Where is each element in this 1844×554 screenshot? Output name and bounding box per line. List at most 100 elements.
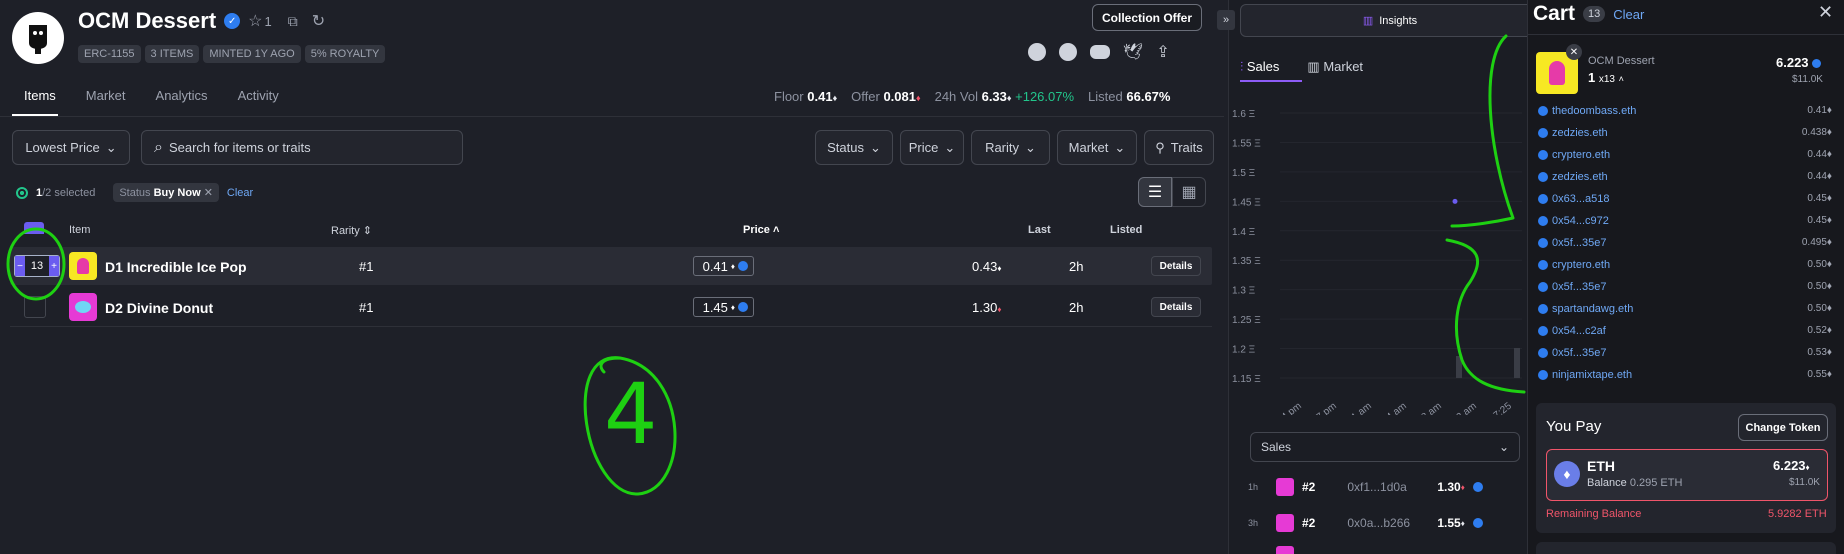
seller-name[interactable]: zedzies.eth <box>1552 127 1802 139</box>
tab-activity[interactable]: Activity <box>238 88 279 103</box>
clear-filters-link[interactable]: Clear <box>227 187 253 199</box>
seller-row[interactable]: 0x54...c972 0.45♦ <box>1538 210 1832 231</box>
cart-item-qty[interactable]: 1 x13 ˄ <box>1588 70 1624 85</box>
twitter-icon[interactable]: 🕊 <box>1123 42 1143 62</box>
sale-point[interactable] <box>1452 198 1458 204</box>
tab-items[interactable]: Items <box>24 88 56 103</box>
collapse-toggle[interactable]: » <box>1217 10 1235 30</box>
seller-name[interactable]: cryptero.eth <box>1552 149 1807 161</box>
remove-item-icon[interactable]: ✕ <box>1566 44 1582 60</box>
x-tick-label: 12:31 am <box>1334 401 1374 415</box>
quantity-value[interactable]: 13 <box>25 260 49 272</box>
item-rarity: #1 <box>359 259 374 274</box>
seller-name[interactable]: 0x5f...35e7 <box>1552 281 1807 293</box>
seller-name[interactable]: 0x54...c972 <box>1552 215 1807 227</box>
discord-icon[interactable] <box>1090 45 1110 59</box>
star-icon[interactable]: ☆ <box>248 11 262 31</box>
collection-tags: ERC-1155 3 ITEMS MINTED 1Y AGO 5% ROYALTY <box>78 44 389 63</box>
table-row[interactable]: D2 Divine Donut #1 1.45 ♦ 1.30♦ 2h Detail… <box>10 288 1212 326</box>
seller-name[interactable]: thedoombass.eth <box>1552 105 1807 117</box>
seller-row[interactable]: cryptero.eth 0.44♦ <box>1538 144 1832 165</box>
grid-view-button[interactable]: ▦ <box>1172 177 1206 207</box>
increment-button[interactable]: + <box>49 256 59 276</box>
market-dropdown[interactable]: Market ⌄ <box>1057 130 1137 165</box>
seller-name[interactable]: ninjamixtape.eth <box>1552 369 1807 381</box>
opensea-icon[interactable] <box>1028 43 1046 61</box>
status-chip[interactable]: Status Buy Now ✕ <box>113 183 219 202</box>
seller-name[interactable]: 0x63...a518 <box>1552 193 1807 205</box>
tab-market[interactable]: Market <box>86 88 126 103</box>
seller-row[interactable]: zedzies.eth 0.44♦ <box>1538 166 1832 187</box>
seller-row[interactable]: zedzies.eth 0.438♦ <box>1538 122 1832 143</box>
status-dropdown[interactable]: Status ⌄ <box>815 130 893 165</box>
row-checkbox[interactable] <box>24 296 46 318</box>
seller-row[interactable]: thedoombass.eth 0.41♦ <box>1538 100 1832 121</box>
tag-items: 3 ITEMS <box>144 45 200 63</box>
sales-select[interactable]: Sales ⌄ <box>1250 432 1520 462</box>
select-all-checkbox[interactable] <box>24 222 44 234</box>
cart-clear-link[interactable]: Clear <box>1613 7 1644 22</box>
header-price[interactable]: Price ˄ <box>743 224 779 236</box>
decrement-button[interactable]: − <box>15 256 25 276</box>
seller-price: 0.50♦ <box>1807 303 1832 314</box>
seller-row[interactable]: cryptero.eth 0.50♦ <box>1538 254 1832 275</box>
chevron-down-icon: ⌄ <box>105 139 117 155</box>
seller-name[interactable]: cryptero.eth <box>1552 259 1807 271</box>
header-rarity[interactable]: Rarity ⇕ <box>331 224 372 237</box>
x-tick-label: 3:58 am <box>1409 401 1444 415</box>
sort-dropdown[interactable]: Lowest Price ⌄ <box>12 130 130 165</box>
details-button[interactable]: Details <box>1151 256 1201 276</box>
traits-button[interactable]: ⚲ Traits <box>1144 130 1214 165</box>
seller-row[interactable]: 0x63...a518 0.45♦ <box>1538 188 1832 209</box>
change-token-button[interactable]: Change Token <box>1738 414 1828 441</box>
price-dropdown[interactable]: Price ⌄ <box>900 130 964 165</box>
collection-stats: Floor 0.41♦ Offer 0.081♦ 24h Vol 6.33♦ +… <box>774 89 1171 104</box>
seller-row[interactable]: ninjamixtape.eth 0.55♦ <box>1538 364 1832 385</box>
seller-name[interactable]: spartandawg.eth <box>1552 303 1807 315</box>
item-name[interactable]: D2 Divine Donut <box>105 300 213 316</box>
details-button[interactable]: Details <box>1151 297 1201 317</box>
donut-thumbnail <box>1276 514 1294 532</box>
quantity-stepper[interactable]: − 13 + <box>14 255 60 277</box>
seller-row[interactable]: spartandawg.eth 0.50♦ <box>1538 298 1832 319</box>
recent-sale-row[interactable]: 3h #2 0x0a...b266 1.55 ♦ <box>1248 510 1528 536</box>
refresh-icon[interactable]: ↻ <box>312 11 325 31</box>
eth-icon <box>1538 149 1548 160</box>
chevron-down-icon: ⌄ <box>1498 440 1509 454</box>
seller-name[interactable]: 0x5f...35e7 <box>1552 237 1802 249</box>
sales-chart: 1.6 Ξ 1.55 Ξ 1.5 Ξ 1.45 Ξ 1.4 Ξ 1.35 Ξ 1.3 Ξ 1.… <box>1232 109 1522 415</box>
share-icon[interactable]: ⇪ <box>1156 42 1169 62</box>
item-listed: 2h <box>1069 259 1084 274</box>
recent-sale-row[interactable]: 1h #2 0xf1...1d0a 1.30 ♦ <box>1248 474 1528 500</box>
y-tick-label: 1.6 Ξ <box>1232 109 1256 120</box>
seller-row[interactable]: 0x54...c2af 0.52♦ <box>1538 320 1832 341</box>
tab-sales[interactable]: ⫶ Sales <box>1240 59 1279 75</box>
remaining-balance-value: 5.9282 ETH <box>1768 508 1827 520</box>
seller-row[interactable]: 0x5f...35e7 0.53♦ <box>1538 342 1832 363</box>
close-icon[interactable]: ✕ <box>204 187 213 199</box>
tab-market-insights[interactable]: ▥ Market <box>1307 59 1363 75</box>
item-name[interactable]: D1 Incredible Ice Pop <box>105 259 247 275</box>
seller-row[interactable]: 0x5f...35e7 0.50♦ <box>1538 276 1832 297</box>
price-box[interactable]: 0.41 ♦ <box>693 256 754 276</box>
search-input[interactable]: ⌕ Search for items or traits <box>141 130 463 165</box>
seller-name[interactable]: 0x54...c2af <box>1552 325 1807 337</box>
insights-button[interactable]: ▥ Insights <box>1240 4 1540 37</box>
looksrare-icon[interactable] <box>1059 43 1077 61</box>
rarity-dropdown[interactable]: Rarity ⌄ <box>971 130 1050 165</box>
eth-icon <box>738 261 748 271</box>
seller-name[interactable]: 0x5f...35e7 <box>1552 347 1807 359</box>
eth-icon <box>1538 171 1548 182</box>
seller-name[interactable]: zedzies.eth <box>1552 171 1807 183</box>
y-tick-label: 1.15 Ξ <box>1232 374 1261 385</box>
price-box[interactable]: 1.45 ♦ <box>693 297 754 317</box>
copy-icon[interactable]: ⧉ <box>288 13 298 30</box>
token-card[interactable] <box>1546 449 1828 501</box>
list-view-button[interactable]: ☰ <box>1138 177 1172 207</box>
star-count: 1 <box>264 13 272 29</box>
table-row[interactable]: − 13 + D1 Incredible Ice Pop #1 0.41 ♦ 0.… <box>10 247 1212 285</box>
tab-analytics[interactable]: Analytics <box>156 88 208 103</box>
seller-row[interactable]: 0x5f...35e7 0.495♦ <box>1538 232 1832 253</box>
close-cart-icon[interactable]: ✕ <box>1818 2 1833 23</box>
collection-offer-button[interactable]: Collection Offer <box>1092 4 1202 31</box>
